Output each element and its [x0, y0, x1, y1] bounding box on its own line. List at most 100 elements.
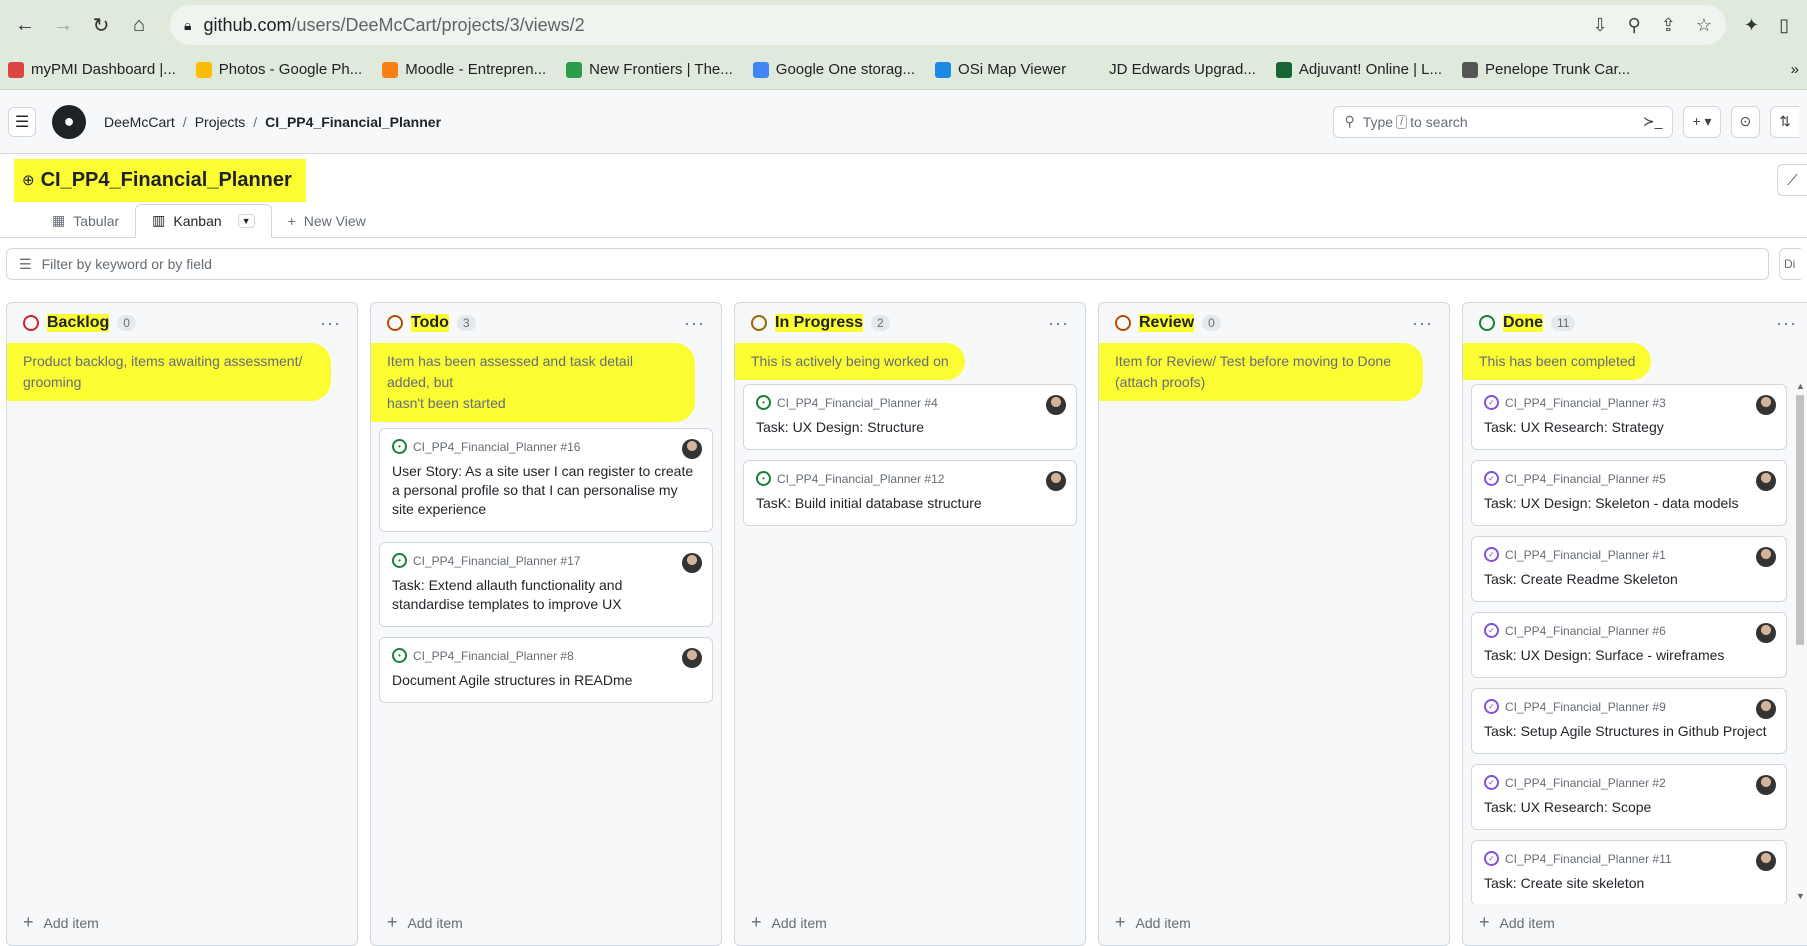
- card-title[interactable]: Document Agile structures in READme: [392, 671, 700, 690]
- search-input[interactable]: ⚲ Type / to search ≻_: [1333, 105, 1674, 138]
- card-title[interactable]: Task: UX Design: Skeleton - data models: [1484, 494, 1774, 513]
- card-reference[interactable]: CI_PP4_Financial_Planner #4: [777, 396, 938, 410]
- avatar[interactable]: [682, 439, 702, 459]
- add-item-button[interactable]: + Add item: [387, 912, 463, 933]
- card-title[interactable]: User Story: As a site user I can registe…: [392, 462, 700, 519]
- address-bar[interactable]: 🔒︎ github.com/users/DeeMcCart/projects/3…: [170, 5, 1726, 45]
- column-menu-icon[interactable]: ···: [1412, 313, 1433, 334]
- extensions-icon[interactable]: ✦: [1744, 15, 1759, 36]
- chevron-down-icon[interactable]: ▼: [237, 213, 255, 228]
- pull-requests-icon[interactable]: ⇅: [1770, 105, 1799, 138]
- issues-icon[interactable]: ⊙: [1730, 105, 1761, 138]
- add-item-button[interactable]: + Add item: [1479, 912, 1555, 933]
- card-reference[interactable]: CI_PP4_Financial_Planner #16: [413, 440, 580, 454]
- bookmark-item[interactable]: Moodle - Entrepren...: [382, 61, 546, 78]
- avatar[interactable]: [1756, 547, 1776, 567]
- avatar[interactable]: [1756, 699, 1776, 719]
- bookmark-item[interactable]: Adjuvant! Online | L...: [1275, 61, 1442, 78]
- column-menu-icon[interactable]: ···: [1048, 313, 1069, 334]
- zoom-icon[interactable]: ⚲: [1628, 15, 1641, 36]
- issue-card[interactable]: ✓ CI_PP4_Financial_Planner #2 Task: UX Res…: [1471, 764, 1787, 830]
- github-logo-icon[interactable]: ●: [52, 104, 86, 139]
- new-view-button[interactable]: + New View: [272, 213, 382, 237]
- avatar[interactable]: [682, 553, 702, 573]
- issue-card[interactable]: ✓ CI_PP4_Financial_Planner #11 Task: Creat…: [1471, 840, 1787, 904]
- avatar[interactable]: [1756, 775, 1776, 795]
- insights-icon[interactable]: ⟋: [1777, 164, 1807, 196]
- forward-icon[interactable]: →: [46, 8, 80, 42]
- install-icon[interactable]: ⇩: [1592, 15, 1607, 36]
- card-reference[interactable]: CI_PP4_Financial_Planner #12: [777, 472, 944, 486]
- bookmark-item[interactable]: Photos - Google Ph...: [195, 61, 362, 78]
- card-title[interactable]: Task: UX Research: Strategy: [1484, 418, 1774, 437]
- card-reference[interactable]: CI_PP4_Financial_Planner #9: [1505, 700, 1666, 714]
- card-title[interactable]: Task: UX Design: Surface - wireframes: [1484, 646, 1774, 665]
- share-icon[interactable]: ⇪: [1661, 15, 1676, 36]
- filter-input[interactable]: ☰ Filter by keyword or by field: [6, 248, 1769, 280]
- avatar[interactable]: [1756, 851, 1776, 871]
- issue-card[interactable]: ✓ CI_PP4_Financial_Planner #5 Task: UX Des…: [1471, 460, 1787, 526]
- column-menu-icon[interactable]: ···: [684, 313, 705, 334]
- bookmark-item[interactable]: JD Edwards Upgrad...: [1086, 61, 1256, 78]
- bookmarks-more-button[interactable]: »: [1791, 61, 1799, 78]
- add-item-button[interactable]: + Add item: [751, 912, 827, 933]
- crumb-owner[interactable]: DeeMcCart: [104, 114, 175, 130]
- card-reference[interactable]: CI_PP4_Financial_Planner #6: [1505, 624, 1666, 638]
- issue-card[interactable]: • CI_PP4_Financial_Planner #4 Task: UX Des…: [743, 384, 1077, 450]
- avatar[interactable]: [1046, 395, 1066, 415]
- column-menu-icon[interactable]: ···: [1776, 313, 1797, 334]
- command-palette-icon[interactable]: ≻_: [1643, 113, 1663, 130]
- crumb-projects[interactable]: Projects: [195, 114, 246, 130]
- bookmark-item[interactable]: OSi Map Viewer: [935, 61, 1066, 78]
- card-title[interactable]: Task: UX Design: Structure: [756, 418, 1064, 437]
- scroll-up-icon[interactable]: ▲: [1796, 381, 1805, 391]
- star-icon[interactable]: ☆: [1696, 15, 1712, 36]
- sidepanel-icon[interactable]: ▯: [1779, 15, 1789, 36]
- scroll-down-icon[interactable]: ▼: [1796, 891, 1805, 901]
- scroll-thumb[interactable]: [1796, 395, 1804, 645]
- card-title[interactable]: Task: Create Readme Skeleton: [1484, 570, 1774, 589]
- home-icon[interactable]: ⌂: [122, 8, 156, 42]
- avatar[interactable]: [1756, 395, 1776, 415]
- issue-card[interactable]: ✓ CI_PP4_Financial_Planner #3 Task: UX Res…: [1471, 384, 1787, 450]
- card-reference[interactable]: CI_PP4_Financial_Planner #17: [413, 554, 580, 568]
- reload-icon[interactable]: ↻: [84, 8, 118, 42]
- issue-card[interactable]: ✓ CI_PP4_Financial_Planner #6 Task: UX Des…: [1471, 612, 1787, 678]
- card-title[interactable]: Task: Extend allauth functionality and s…: [392, 576, 700, 614]
- menu-icon[interactable]: ☰: [8, 106, 36, 137]
- card-reference[interactable]: CI_PP4_Financial_Planner #2: [1505, 776, 1666, 790]
- card-reference[interactable]: CI_PP4_Financial_Planner #11: [1505, 852, 1672, 866]
- issue-card[interactable]: • CI_PP4_Financial_Planner #17 Task: Exten…: [379, 542, 713, 627]
- avatar[interactable]: [1756, 623, 1776, 643]
- issue-card[interactable]: • CI_PP4_Financial_Planner #8 Document Agi…: [379, 637, 713, 703]
- column-scrollbar[interactable]: ▲ ▼: [1793, 381, 1807, 901]
- issue-card[interactable]: • CI_PP4_Financial_Planner #16 User Story:…: [379, 428, 713, 532]
- card-reference[interactable]: CI_PP4_Financial_Planner #3: [1505, 396, 1666, 410]
- card-title[interactable]: Task: Setup Agile Structures in Github P…: [1484, 722, 1774, 741]
- card-reference[interactable]: CI_PP4_Financial_Planner #5: [1505, 472, 1666, 486]
- card-reference[interactable]: CI_PP4_Financial_Planner #8: [413, 649, 574, 663]
- create-new-button[interactable]: + ▾: [1683, 105, 1721, 138]
- column-menu-icon[interactable]: ···: [320, 313, 341, 334]
- bookmark-item[interactable]: Google One storag...: [752, 61, 915, 78]
- issue-card[interactable]: ✓ CI_PP4_Financial_Planner #1 Task: Create…: [1471, 536, 1787, 602]
- discard-button[interactable]: Di: [1779, 248, 1801, 280]
- card-title[interactable]: Task: UX Research: Scope: [1484, 798, 1774, 817]
- card-title[interactable]: Task: Create site skeleton: [1484, 874, 1774, 893]
- crumb-project[interactable]: CI_PP4_Financial_Planner: [265, 114, 441, 130]
- bookmark-item[interactable]: myPMI Dashboard |...: [8, 61, 176, 78]
- bookmark-item[interactable]: New Frontiers | The...: [566, 61, 733, 78]
- card-title[interactable]: TasK: Build initial database structure: [756, 494, 1064, 513]
- bookmark-item[interactable]: Penelope Trunk Car...: [1462, 61, 1630, 78]
- add-item-button[interactable]: + Add item: [23, 912, 99, 933]
- issue-card[interactable]: • CI_PP4_Financial_Planner #12 TasK: Build…: [743, 460, 1077, 526]
- card-reference[interactable]: CI_PP4_Financial_Planner #1: [1505, 548, 1666, 562]
- avatar[interactable]: [682, 648, 702, 668]
- add-item-button[interactable]: + Add item: [1115, 912, 1191, 933]
- back-icon[interactable]: ←: [8, 8, 42, 42]
- issue-card[interactable]: ✓ CI_PP4_Financial_Planner #9 Task: Setup …: [1471, 688, 1787, 754]
- tab-tabular[interactable]: ▦ Tabular: [36, 212, 135, 237]
- avatar[interactable]: [1756, 471, 1776, 491]
- tab-kanban[interactable]: ▥ Kanban ▼: [135, 204, 272, 238]
- avatar[interactable]: [1046, 471, 1066, 491]
